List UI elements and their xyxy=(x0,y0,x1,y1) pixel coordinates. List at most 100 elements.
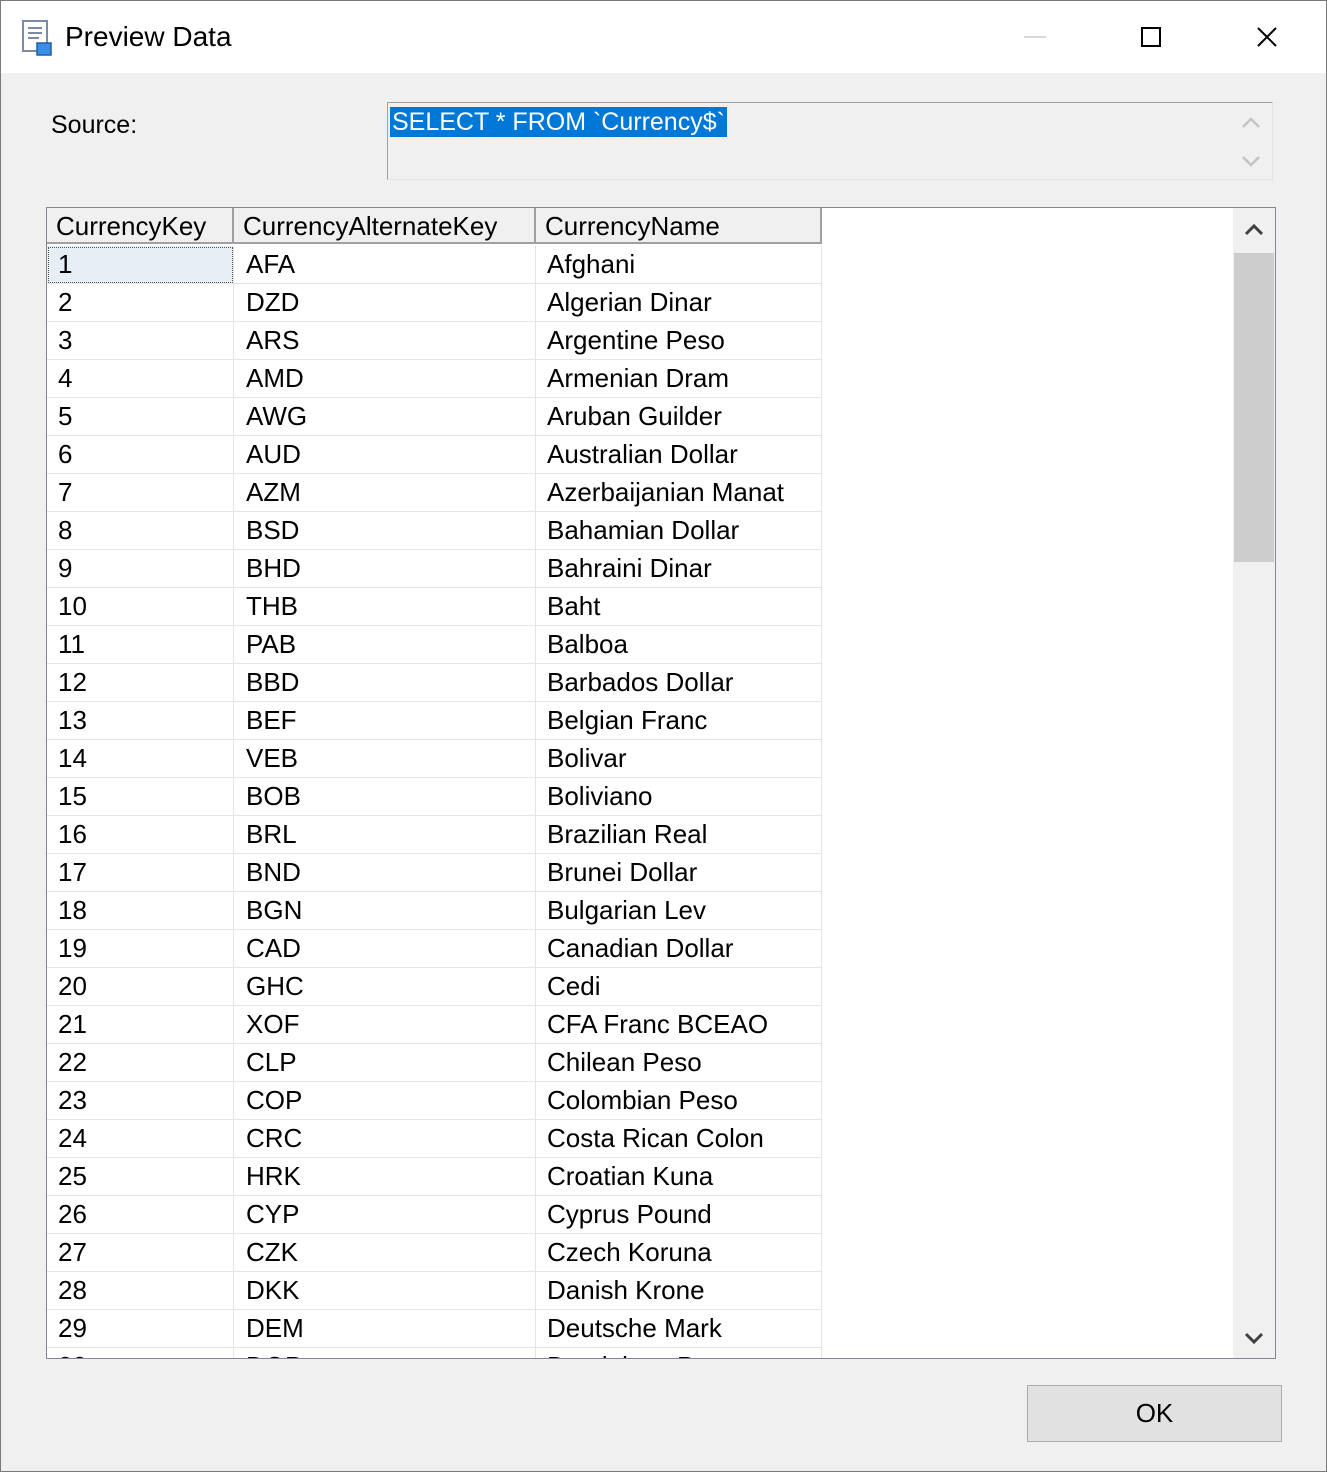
cell-currencykey[interactable]: 7 xyxy=(47,474,234,512)
table-row[interactable]: 16 BRL Brazilian Real xyxy=(47,816,822,854)
cell-currencyname[interactable]: Azerbaijanian Manat xyxy=(536,474,822,512)
table-row[interactable]: 2 DZD Algerian Dinar xyxy=(47,284,822,322)
ok-button[interactable]: OK xyxy=(1027,1385,1282,1442)
table-row[interactable]: 28 DKK Danish Krone xyxy=(47,1272,822,1310)
close-button[interactable] xyxy=(1209,1,1325,73)
table-row[interactable]: 19 CAD Canadian Dollar xyxy=(47,930,822,968)
table-row[interactable]: 27 CZK Czech Koruna xyxy=(47,1234,822,1272)
table-row[interactable]: 10 THB Baht xyxy=(47,588,822,626)
cell-currencyname[interactable]: Aruban Guilder xyxy=(536,398,822,436)
cell-currencyalternatekey[interactable]: BGN xyxy=(234,892,536,930)
cell-currencykey[interactable]: 4 xyxy=(47,360,234,398)
cell-currencyname[interactable]: Brunei Dollar xyxy=(536,854,822,892)
source-scrollbar[interactable] xyxy=(1230,103,1272,179)
cell-currencykey[interactable]: 17 xyxy=(47,854,234,892)
cell-currencyalternatekey[interactable]: BRL xyxy=(234,816,536,854)
cell-currencyname[interactable]: Dominican P xyxy=(536,1348,822,1358)
cell-currencykey[interactable]: 9 xyxy=(47,550,234,588)
table-row[interactable]: 13 BEF Belgian Franc xyxy=(47,702,822,740)
table-row[interactable]: 29 DEM Deutsche Mark xyxy=(47,1310,822,1348)
cell-currencyalternatekey[interactable]: BEF xyxy=(234,702,536,740)
table-row[interactable]: 7 AZM Azerbaijanian Manat xyxy=(47,474,822,512)
table-row[interactable]: 21 XOF CFA Franc BCEAO xyxy=(47,1006,822,1044)
cell-currencykey[interactable]: 8 xyxy=(47,512,234,550)
title-bar[interactable]: Preview Data xyxy=(1,1,1326,73)
cell-currencykey[interactable]: 1 xyxy=(47,246,234,284)
cell-currencyname[interactable]: Deutsche Mark xyxy=(536,1310,822,1348)
scroll-down-icon[interactable] xyxy=(1239,149,1263,173)
cell-currencykey[interactable]: 16 xyxy=(47,816,234,854)
scroll-down-icon[interactable] xyxy=(1242,1326,1266,1350)
cell-currencyalternatekey[interactable]: BND xyxy=(234,854,536,892)
cell-currencyalternatekey[interactable]: XOF xyxy=(234,1006,536,1044)
cell-currencyname[interactable]: Bahamian Dollar xyxy=(536,512,822,550)
cell-currencyalternatekey[interactable]: CLP xyxy=(234,1044,536,1082)
cell-currencyalternatekey[interactable]: AZM xyxy=(234,474,536,512)
cell-currencyalternatekey[interactable]: CRC xyxy=(234,1120,536,1158)
cell-currencyname[interactable]: Bolivar xyxy=(536,740,822,778)
cell-currencyalternatekey[interactable]: AMD xyxy=(234,360,536,398)
table-row[interactable]: 15 BOB Boliviano xyxy=(47,778,822,816)
cell-currencyname[interactable]: Belgian Franc xyxy=(536,702,822,740)
table-row[interactable]: 20 GHC Cedi xyxy=(47,968,822,1006)
table-row[interactable]: 30DOPDominican P xyxy=(47,1348,822,1358)
cell-currencykey[interactable]: 2 xyxy=(47,284,234,322)
cell-currencyalternatekey[interactable]: DOP xyxy=(234,1348,536,1358)
cell-currencyname[interactable]: Costa Rican Colon xyxy=(536,1120,822,1158)
cell-currencykey[interactable]: 28 xyxy=(47,1272,234,1310)
cell-currencyalternatekey[interactable]: BHD xyxy=(234,550,536,588)
table-row[interactable]: 24 CRC Costa Rican Colon xyxy=(47,1120,822,1158)
cell-currencyalternatekey[interactable]: COP xyxy=(234,1082,536,1120)
table-row[interactable]: 4 AMD Armenian Dram xyxy=(47,360,822,398)
cell-currencyname[interactable]: Baht xyxy=(536,588,822,626)
cell-currencykey[interactable]: 27 xyxy=(47,1234,234,1272)
cell-currencyalternatekey[interactable]: ARS xyxy=(234,322,536,360)
cell-currencyname[interactable]: Cedi xyxy=(536,968,822,1006)
cell-currencyname[interactable]: Canadian Dollar xyxy=(536,930,822,968)
cell-currencyalternatekey[interactable]: CAD xyxy=(234,930,536,968)
cell-currencyname[interactable]: Chilean Peso xyxy=(536,1044,822,1082)
cell-currencykey[interactable]: 18 xyxy=(47,892,234,930)
cell-currencykey[interactable]: 25 xyxy=(47,1158,234,1196)
cell-currencyname[interactable]: Afghani xyxy=(536,246,822,284)
cell-currencyname[interactable]: CFA Franc BCEAO xyxy=(536,1006,822,1044)
cell-currencyname[interactable]: Australian Dollar xyxy=(536,436,822,474)
cell-currencyname[interactable]: Czech Koruna xyxy=(536,1234,822,1272)
maximize-button[interactable] xyxy=(1093,1,1209,73)
cell-currencyalternatekey[interactable]: CYP xyxy=(234,1196,536,1234)
table-row[interactable]: 18 BGN Bulgarian Lev xyxy=(47,892,822,930)
cell-currencyalternatekey[interactable]: DEM xyxy=(234,1310,536,1348)
scroll-up-icon[interactable] xyxy=(1242,218,1266,242)
minimize-button[interactable] xyxy=(977,1,1093,73)
cell-currencykey[interactable]: 10 xyxy=(47,588,234,626)
cell-currencykey[interactable]: 14 xyxy=(47,740,234,778)
grid-scrollbar[interactable] xyxy=(1233,208,1275,1358)
table-row[interactable]: 3 ARS Argentine Peso xyxy=(47,322,822,360)
table-row[interactable]: 12 BBD Barbados Dollar xyxy=(47,664,822,702)
cell-currencyname[interactable]: Boliviano xyxy=(536,778,822,816)
column-header-currencyalternatekey[interactable]: CurrencyAlternateKey xyxy=(234,208,536,244)
cell-currencyalternatekey[interactable]: AFA xyxy=(234,246,536,284)
table-row[interactable]: 1 AFA Afghani xyxy=(47,246,822,284)
cell-currencyname[interactable]: Brazilian Real xyxy=(536,816,822,854)
cell-currencyname[interactable]: Danish Krone xyxy=(536,1272,822,1310)
table-row[interactable]: 6 AUD Australian Dollar xyxy=(47,436,822,474)
source-query-text[interactable]: SELECT * FROM `Currency$` xyxy=(390,107,727,137)
cell-currencykey[interactable]: 3 xyxy=(47,322,234,360)
cell-currencykey[interactable]: 19 xyxy=(47,930,234,968)
cell-currencyname[interactable]: Argentine Peso xyxy=(536,322,822,360)
cell-currencykey[interactable]: 15 xyxy=(47,778,234,816)
cell-currencyalternatekey[interactable]: BOB xyxy=(234,778,536,816)
table-row[interactable]: 8 BSD Bahamian Dollar xyxy=(47,512,822,550)
cell-currencykey[interactable]: 13 xyxy=(47,702,234,740)
cell-currencykey[interactable]: 24 xyxy=(47,1120,234,1158)
cell-currencyname[interactable]: Bahraini Dinar xyxy=(536,550,822,588)
cell-currencykey[interactable]: 26 xyxy=(47,1196,234,1234)
column-header-currencyname[interactable]: CurrencyName xyxy=(536,208,822,244)
table-row[interactable]: 26 CYP Cyprus Pound xyxy=(47,1196,822,1234)
table-row[interactable]: 14 VEB Bolivar xyxy=(47,740,822,778)
column-header-currencykey[interactable]: CurrencyKey xyxy=(47,208,234,244)
table-row[interactable]: 25 HRK Croatian Kuna xyxy=(47,1158,822,1196)
cell-currencyname[interactable]: Cyprus Pound xyxy=(536,1196,822,1234)
cell-currencyalternatekey[interactable]: BBD xyxy=(234,664,536,702)
